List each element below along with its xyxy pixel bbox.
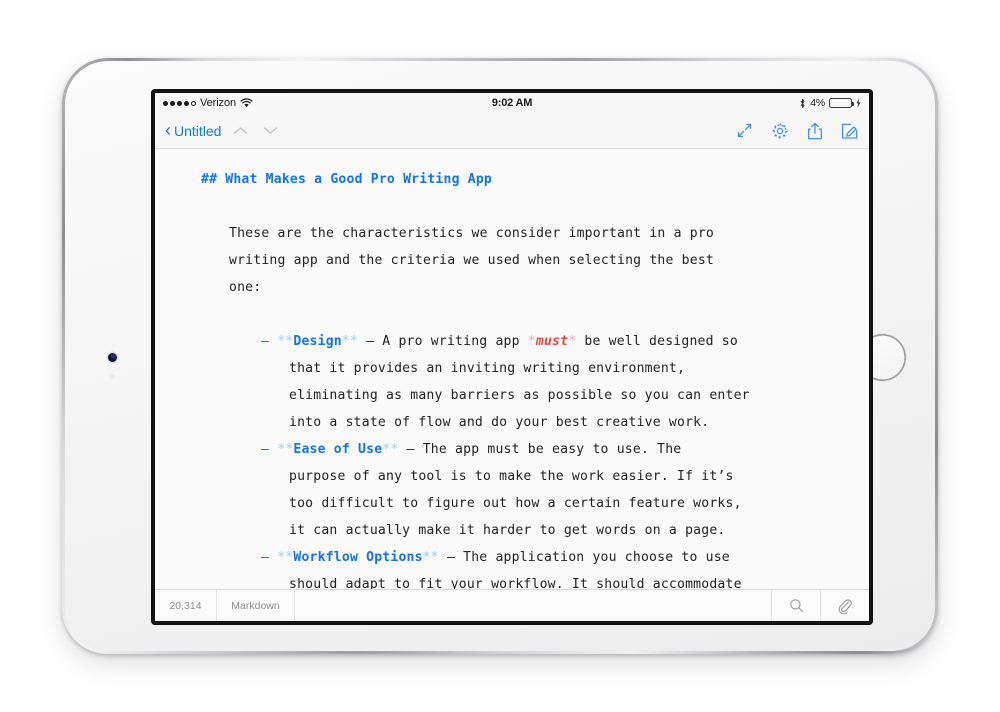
previous-heading-button[interactable] — [229, 120, 251, 142]
carrier-label: Verizon — [200, 97, 236, 109]
markdown-editor[interactable]: ## What Makes a Good Pro Writing App The… — [155, 150, 869, 590]
bullet-dash: – — [261, 334, 270, 349]
bullet-dash: – — [261, 442, 270, 457]
paperclip-icon — [838, 598, 852, 614]
list-item-continuation: that it provides an inviting writing env… — [289, 361, 686, 376]
list-item-continuation: it can actually make it harder to get wo… — [289, 523, 726, 538]
expand-arrows-icon[interactable] — [735, 121, 754, 140]
bullet-text: The app must be easy to use. The — [422, 442, 682, 457]
list-item-continuation: too difficult to figure out how a certai… — [289, 496, 742, 511]
italic-text: must — [535, 334, 569, 349]
nav-bar-right — [735, 121, 859, 140]
back-button-label: Untitled — [174, 122, 222, 139]
status-bar-left: Verizon — [163, 97, 492, 109]
search-button[interactable] — [772, 590, 821, 621]
intro-line: These are the characteristics we conside… — [229, 226, 714, 241]
format-label[interactable]: Markdown — [217, 590, 295, 621]
bullet-separator: – — [438, 550, 464, 565]
device-bezel: Verizon 9:02 AM 4% ‹ Untitled ## What Ma… — [65, 61, 935, 651]
chevron-left-icon: ‹ — [165, 120, 171, 140]
bullet-separator: – — [358, 334, 383, 349]
bullet-term: Ease of Use — [293, 442, 383, 457]
list-item-continuation: into a state of flow and do your best cr… — [289, 415, 710, 430]
emphasis-marker: ** — [277, 442, 294, 457]
status-bar-spacer — [295, 590, 772, 621]
document-heading: ## What Makes a Good Pro Writing App — [201, 166, 829, 193]
chevron-up-icon — [233, 127, 248, 134]
emphasis-marker: ** — [422, 550, 439, 565]
list-item: – **Ease of Use** – The app must be easy… — [201, 436, 829, 463]
front-camera-icon — [108, 353, 117, 362]
status-bar-clock: 9:02 AM — [491, 97, 533, 109]
search-icon — [789, 599, 803, 613]
lightning-bolt-icon — [856, 98, 861, 108]
attachment-button[interactable] — [821, 590, 869, 621]
battery-icon — [829, 98, 854, 108]
bullet-term: Design — [293, 334, 342, 349]
ipad-device-frame: Verizon 9:02 AM 4% ‹ Untitled ## What Ma… — [62, 58, 938, 654]
cellular-signal-icon — [163, 100, 196, 106]
compose-icon[interactable] — [840, 121, 859, 140]
bullet-text: The application you choose to use — [463, 550, 730, 565]
intro-line: writing app and the criteria we used whe… — [229, 253, 714, 268]
battery-percent-label: 4% — [810, 97, 825, 109]
list-item: – **Workflow Options** – The application… — [201, 544, 829, 571]
list-item: – **Design** – A pro writing app *must* … — [201, 328, 829, 355]
back-button[interactable]: ‹ Untitled — [165, 120, 222, 140]
share-icon[interactable] — [805, 121, 824, 140]
ambient-sensor-icon — [110, 374, 115, 379]
bullet-text: A pro writing app — [382, 334, 528, 349]
emphasis-marker: ** — [382, 442, 399, 457]
chevron-down-icon — [263, 127, 278, 134]
editor-status-bar: 20,314 Markdown — [155, 589, 869, 621]
italic-marker: * — [527, 334, 536, 349]
emphasis-marker: ** — [341, 334, 359, 349]
bullet-dash: – — [261, 550, 270, 565]
gear-icon[interactable] — [770, 121, 789, 140]
bullet-term: Workflow Options — [293, 550, 423, 565]
ios-status-bar: Verizon 9:02 AM 4% — [155, 93, 869, 113]
heading-text: What Makes a Good Pro Writing App — [225, 172, 492, 187]
emphasis-marker: ** — [277, 334, 294, 349]
heading-marker: ## — [201, 172, 226, 187]
nav-bar-left: ‹ Untitled — [165, 120, 735, 142]
next-heading-button[interactable] — [259, 120, 281, 142]
list-item-continuation: eliminating as many barriers as possible… — [289, 388, 750, 403]
bullet-text: be well designed so — [576, 334, 738, 349]
intro-line: one: — [229, 280, 262, 295]
status-bar-right: 4% — [532, 97, 861, 109]
emphasis-marker: ** — [277, 550, 294, 565]
screen-border: Verizon 9:02 AM 4% ‹ Untitled ## What Ma… — [151, 89, 873, 625]
list-item-continuation: purpose of any tool is to make the work … — [289, 469, 734, 484]
wifi-icon — [240, 98, 253, 108]
app-navigation-bar: ‹ Untitled — [155, 113, 869, 149]
bluetooth-icon — [799, 98, 806, 109]
word-count-label[interactable]: 20,314 — [155, 590, 217, 621]
screen: Verizon 9:02 AM 4% ‹ Untitled ## What Ma… — [155, 93, 869, 621]
list-item-continuation: should adapt to fit your workflow. It sh… — [289, 577, 742, 590]
bullet-separator: – — [398, 442, 423, 457]
